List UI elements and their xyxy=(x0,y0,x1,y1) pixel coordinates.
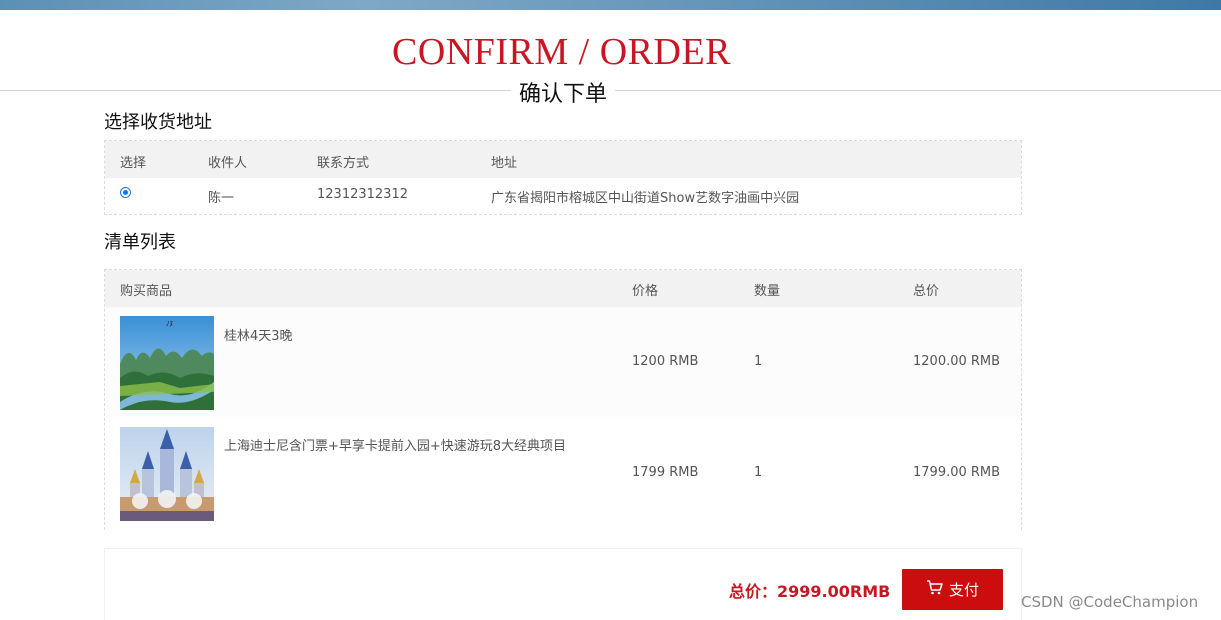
order-total: 总价：2999.00RMB xyxy=(729,582,891,601)
order-item-row: ﾉﾇ 桂林4天3晚 1200 RMB 1 1200.00 RMB xyxy=(105,307,1021,417)
svg-text:ﾉﾇ: ﾉﾇ xyxy=(166,320,173,328)
address-recipient: 陈一 xyxy=(208,191,235,206)
product-subtotal: 1799.00 RMB xyxy=(913,465,1001,480)
list-col-qty: 数量 xyxy=(754,284,781,299)
pay-button[interactable]: 支付 xyxy=(902,569,1003,610)
address-col-phone: 联系方式 xyxy=(317,156,370,171)
pay-button-label: 支付 xyxy=(948,581,979,599)
guilin-thumbnail[interactable]: ﾉﾇ xyxy=(120,316,214,410)
product-qty: 1 xyxy=(754,354,763,369)
disney-castle-thumbnail[interactable] xyxy=(120,427,214,521)
address-text: 广东省揭阳市榕城区中山街道Show艺数字油画中兴园 xyxy=(491,191,800,206)
list-col-total: 总价 xyxy=(913,284,940,299)
watermark: CSDN @CodeChampion xyxy=(1021,593,1199,611)
address-row[interactable]: 陈一 12312312312 广东省揭阳市榕城区中山街道Show艺数字油画中兴园 xyxy=(105,178,1021,215)
product-subtotal: 1200.00 RMB xyxy=(913,354,1001,369)
address-section-title: 选择收货地址 xyxy=(104,112,212,133)
order-list-table: 购买商品 价格 数量 总价 ﾉﾇ 桂林4天3晚 1200 RMB 1 1200.… xyxy=(104,269,1022,530)
address-table: 选择 收件人 联系方式 地址 陈一 12312312312 广东省揭阳市榕城区中… xyxy=(104,140,1022,215)
address-col-recipient: 收件人 xyxy=(208,156,248,171)
product-price: 1799 RMB xyxy=(632,465,699,480)
order-item-row: 上海迪士尼含门票+早享卡提前入园+快速游玩8大经典项目 1799 RMB 1 1… xyxy=(105,417,1021,530)
product-qty: 1 xyxy=(754,465,763,480)
address-table-header: 选择 收件人 联系方式 地址 xyxy=(105,141,1021,178)
address-col-select: 选择 xyxy=(120,156,147,171)
product-name-link[interactable]: 上海迪士尼含门票+早享卡提前入园+快速游玩8大经典项目 xyxy=(224,435,566,454)
address-radio[interactable] xyxy=(120,187,131,198)
order-list-header: 购买商品 价格 数量 总价 xyxy=(105,270,1021,307)
list-col-product: 购买商品 xyxy=(120,284,173,299)
page-subtitle: 确认下单 xyxy=(511,76,616,108)
product-price: 1200 RMB xyxy=(632,354,699,369)
page-title: CONFIRM / ORDER xyxy=(392,31,731,73)
top-gradient-bar xyxy=(0,0,1221,10)
address-phone: 12312312312 xyxy=(317,187,408,202)
cart-icon xyxy=(926,580,943,599)
address-col-address: 地址 xyxy=(491,156,518,171)
list-col-price: 价格 xyxy=(632,284,659,299)
list-section-title: 清单列表 xyxy=(104,232,176,253)
product-name-link[interactable]: 桂林4天3晚 xyxy=(224,325,293,344)
